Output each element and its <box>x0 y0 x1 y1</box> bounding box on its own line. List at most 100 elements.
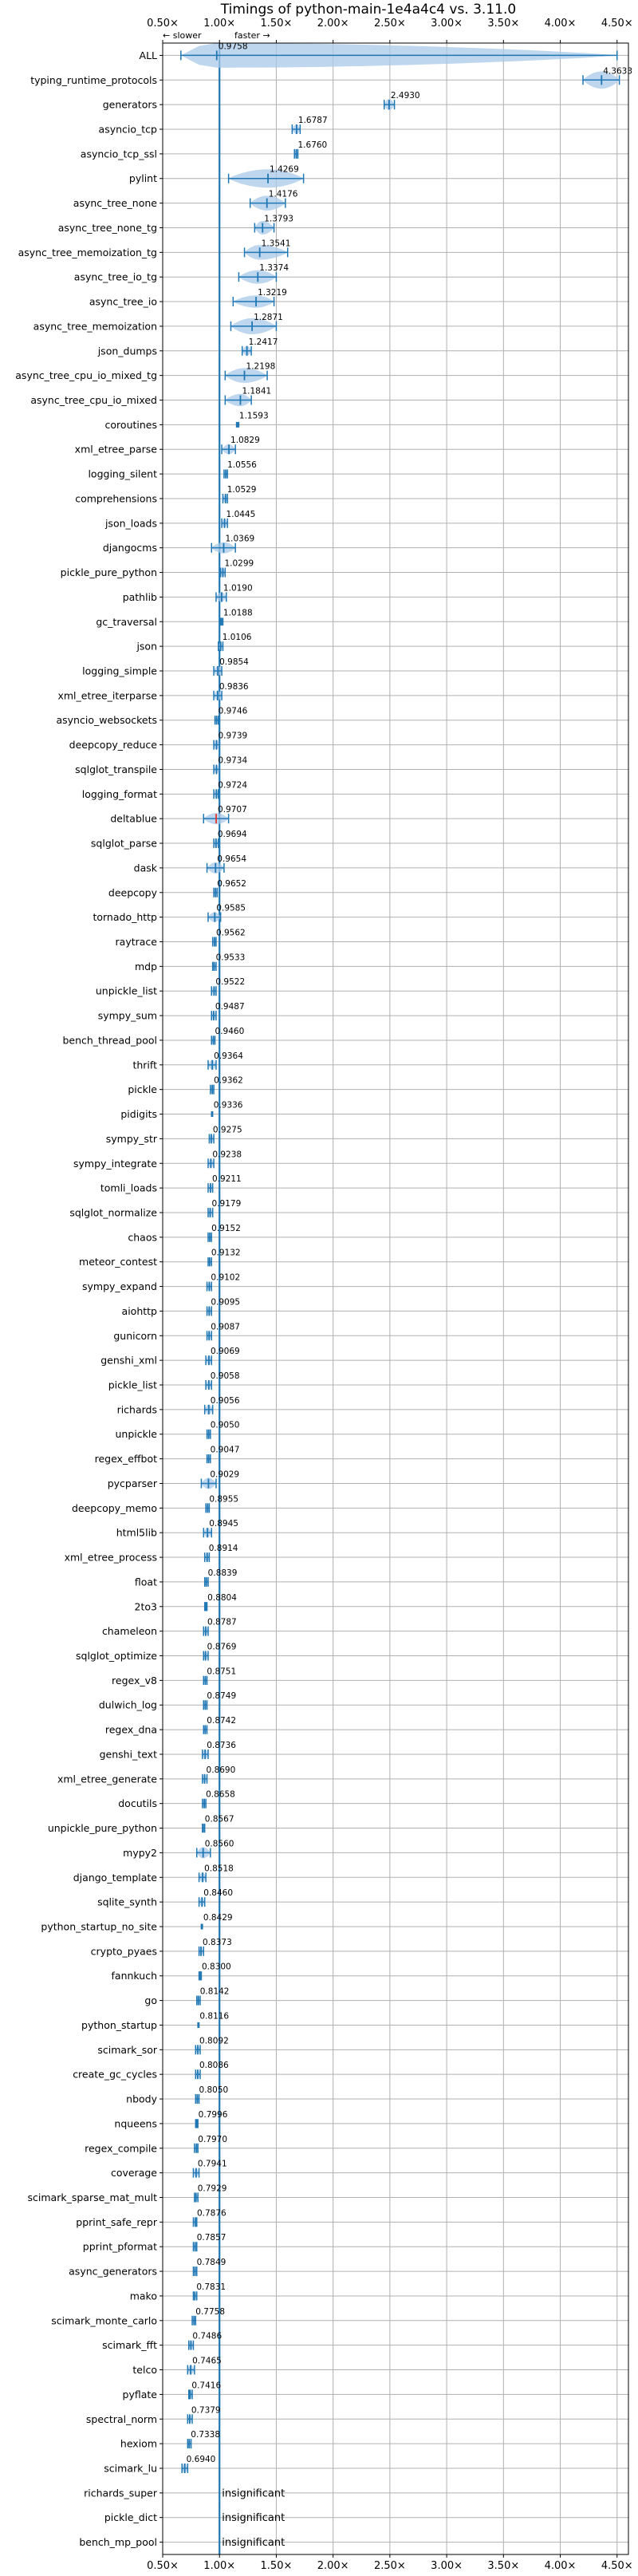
value-label: 0.9152 <box>211 1224 241 1233</box>
value-label: 0.7996 <box>199 2110 228 2120</box>
y-tick-label: scimark_lu <box>104 2462 157 2474</box>
y-tick-label: pylint <box>129 172 157 184</box>
value-label: 0.9585 <box>216 904 246 913</box>
y-tick-label: dask <box>134 862 158 874</box>
y-tick-label: telco <box>132 2364 157 2376</box>
value-label: 1.0188 <box>223 608 253 617</box>
y-tick-label: tornado_http <box>93 911 157 923</box>
y-tick-label: richards_super <box>84 2487 158 2499</box>
value-label: 0.9707 <box>218 805 247 815</box>
y-tick-label: async_tree_memoization <box>33 320 157 332</box>
y-tick-label: go <box>144 1994 157 2006</box>
y-tick-label: nqueens <box>114 2117 157 2129</box>
x-tick-label-bottom: 3.00× <box>431 2560 463 2572</box>
y-tick-label: pprint_pformat <box>83 2241 157 2253</box>
y-tick-label: sqlglot_optimize <box>76 1650 157 1662</box>
value-label: 0.9087 <box>211 1322 240 1331</box>
value-label: 0.8945 <box>209 1519 238 1529</box>
y-tick-label: create_gc_cycles <box>73 2069 157 2081</box>
x-tick-label-bottom: 3.50× <box>487 2560 519 2572</box>
y-tick-label: fannkuch <box>112 1970 157 1982</box>
value-label: 1.6787 <box>298 116 328 125</box>
value-label: 0.9179 <box>212 1199 242 1209</box>
value-label: 1.0299 <box>224 559 254 569</box>
value-label: 1.2871 <box>254 313 283 322</box>
y-tick-label: regex_v8 <box>112 1675 157 1686</box>
x-tick-label-top: 3.00× <box>431 18 463 30</box>
y-tick-label: asyncio_tcp_ssl <box>81 148 157 160</box>
value-label: 0.9652 <box>217 879 246 889</box>
y-tick-label: deepcopy <box>108 886 158 898</box>
value-label: 0.9132 <box>211 1249 241 1258</box>
y-tick-label: async_tree_memoization_tg <box>18 247 157 258</box>
y-tick-label: scimark_monte_carlo <box>51 2314 157 2326</box>
value-label: 0.7929 <box>198 2183 227 2193</box>
y-tick-label: async_generators <box>69 2266 157 2278</box>
y-tick-label: djangocms <box>103 542 157 554</box>
value-label: 0.8742 <box>207 1716 236 1726</box>
y-tick-label: sympy_expand <box>82 1280 157 1292</box>
y-tick-label: sqlglot_transpile <box>75 763 157 775</box>
value-label: 0.9336 <box>214 1101 243 1110</box>
y-tick-label: xml_etree_iterparse <box>57 689 157 701</box>
value-label: 0.7849 <box>197 2258 226 2267</box>
y-tick-label: mypy2 <box>123 1847 157 1859</box>
value-label: 0.9364 <box>214 1051 243 1061</box>
y-tick-label: django_template <box>73 1872 158 1884</box>
value-label: 0.9238 <box>212 1150 242 1159</box>
y-tick-label: json_dumps <box>97 345 157 357</box>
x-tick-label-top: 4.00× <box>545 18 577 30</box>
value-label: 0.8736 <box>207 1741 236 1750</box>
slower-note: ← slower <box>163 30 202 41</box>
value-label: 0.9275 <box>213 1125 242 1134</box>
y-tick-label: gunicorn <box>113 1330 157 1342</box>
value-label: 0.7857 <box>197 2233 226 2243</box>
y-tick-label: xml_etree_process <box>65 1552 157 1564</box>
value-label: 0.8429 <box>203 1913 233 1923</box>
x-tick-label-bottom: 1.00× <box>203 2560 235 2572</box>
value-label: 1.4176 <box>269 190 298 199</box>
y-tick-label: async_tree_none_tg <box>58 222 157 234</box>
value-label: 1.1841 <box>242 387 271 396</box>
y-tick-label: logging_simple <box>82 665 157 677</box>
y-tick-label: sympy_str <box>106 1133 158 1145</box>
x-tick-label-bottom: 4.00× <box>545 2560 577 2572</box>
y-tick-label: hexiom <box>120 2438 157 2450</box>
value-label: 0.7831 <box>196 2282 226 2292</box>
y-tick-label: sqlglot_normalize <box>69 1206 157 1218</box>
x-tick-label-bottom: 2.50× <box>374 2560 406 2572</box>
value-label: 0.7486 <box>192 2332 222 2341</box>
y-tick-label: chaos <box>128 1231 157 1243</box>
value-label: 1.6760 <box>298 140 328 150</box>
y-tick-label: html5lib <box>116 1527 157 1539</box>
value-label: 1.3374 <box>259 263 289 273</box>
value-label: 1.1593 <box>239 411 269 420</box>
y-tick-label: regex_compile <box>85 2142 157 2154</box>
y-tick-label: mdp <box>135 961 157 972</box>
value-label: 0.9029 <box>210 1469 239 1479</box>
chart: Timings of python-main-1e4a4c4 vs. 3.11.… <box>0 0 638 2576</box>
y-tick-label: dulwich_log <box>99 1699 157 1711</box>
x-tick-label-top: 3.50× <box>487 18 519 30</box>
insignificant-label: insignificant <box>222 2537 285 2549</box>
y-tick-label: genshi_xml <box>100 1355 157 1367</box>
y-tick-label: async_tree_cpu_io_mixed <box>30 394 157 406</box>
value-label: 0.8955 <box>209 1494 238 1504</box>
y-tick-label: deepcopy_reduce <box>69 739 158 751</box>
y-tick-label: genshi_text <box>100 1748 157 1760</box>
value-label: 1.0369 <box>225 535 254 544</box>
value-label: 0.8769 <box>207 1643 237 1652</box>
value-label: 0.9562 <box>216 928 246 937</box>
y-tick-label: spectral_norm <box>86 2413 157 2425</box>
value-label: 0.9694 <box>218 830 247 839</box>
y-tick-label: pycparser <box>108 1477 158 1489</box>
x-tick-label-top: 0.50× <box>147 18 179 30</box>
y-tick-label: pickle_dict <box>104 2511 157 2523</box>
y-tick-label: sqlite_synth <box>97 1896 157 1908</box>
y-tick-label: float <box>135 1576 157 1588</box>
value-label: 0.9746 <box>219 707 248 716</box>
y-tick-label: scimark_fft <box>102 2339 157 2351</box>
value-label: 0.9362 <box>214 1076 243 1086</box>
value-label: 0.7758 <box>195 2307 225 2317</box>
insignificant-label: insignificant <box>222 2487 285 2499</box>
